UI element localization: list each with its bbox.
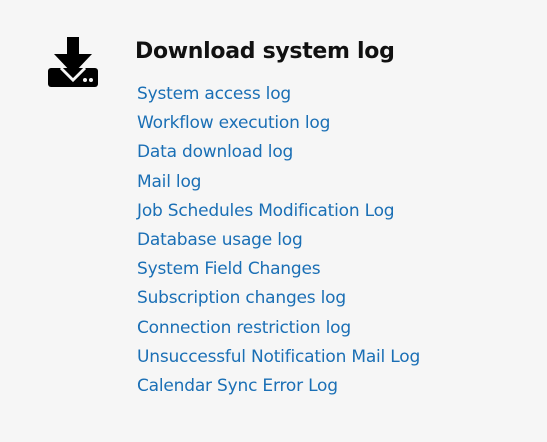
link-mail-log[interactable]: Mail log	[137, 172, 201, 192]
link-connection-restriction-log[interactable]: Connection restriction log	[137, 318, 351, 338]
link-subscription-changes-log[interactable]: Subscription changes log	[137, 288, 346, 308]
list-item: Subscription changes log	[137, 284, 420, 313]
link-unsuccessful-notification-mail-log[interactable]: Unsuccessful Notification Mail Log	[137, 347, 420, 367]
link-system-field-changes[interactable]: System Field Changes	[137, 259, 321, 279]
list-item: Data download log	[137, 138, 420, 167]
link-calendar-sync-error-log[interactable]: Calendar Sync Error Log	[137, 376, 338, 396]
download-system-log-panel: Download system log System access log Wor…	[0, 0, 547, 442]
link-data-download-log[interactable]: Data download log	[137, 142, 293, 162]
link-database-usage-log[interactable]: Database usage log	[137, 230, 303, 250]
list-item: Database usage log	[137, 226, 420, 255]
list-item: Connection restriction log	[137, 314, 420, 343]
list-item: Unsuccessful Notification Mail Log	[137, 343, 420, 372]
link-workflow-execution-log[interactable]: Workflow execution log	[137, 113, 330, 133]
section-title: Download system log	[135, 39, 395, 64]
list-item: System Field Changes	[137, 255, 420, 284]
link-job-schedules-modification-log[interactable]: Job Schedules Modification Log	[137, 201, 395, 221]
list-item: Calendar Sync Error Log	[137, 372, 420, 401]
list-item: Workflow execution log	[137, 109, 420, 138]
log-link-list: System access log Workflow execution log D…	[137, 80, 420, 401]
list-item: Mail log	[137, 168, 420, 197]
list-item: System access log	[137, 80, 420, 109]
download-tray-icon	[47, 37, 99, 87]
link-system-access-log[interactable]: System access log	[137, 84, 291, 104]
list-item: Job Schedules Modification Log	[137, 197, 420, 226]
